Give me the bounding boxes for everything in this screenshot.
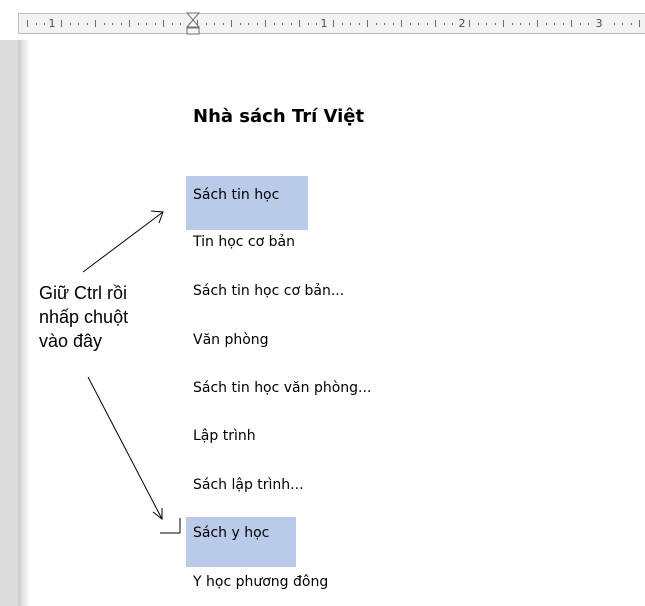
- ruler-dot: [452, 23, 453, 25]
- document-line[interactable]: Sách y học: [193, 525, 269, 541]
- ruler-dot: [359, 23, 360, 25]
- ruler-dot: [240, 23, 241, 25]
- ruler-tick: [367, 20, 368, 27]
- ruler-dot: [427, 23, 428, 25]
- ruler-tick: [61, 20, 62, 27]
- document-line[interactable]: Sách tin học văn phòng...: [193, 380, 371, 396]
- ruler-area: 1 1 2 3: [0, 0, 645, 40]
- document-line[interactable]: Tin học cơ bản: [193, 234, 295, 250]
- ruler-dot: [104, 23, 105, 25]
- indent-marker-icon[interactable]: [185, 12, 201, 36]
- ruler-dot: [393, 23, 394, 25]
- ruler-tick: [333, 20, 334, 27]
- page-margin-area: [0, 40, 18, 606]
- page-edge: [18, 40, 30, 606]
- ruler-tick: [27, 20, 28, 27]
- ruler-dot: [478, 23, 479, 25]
- ruler-dot: [257, 23, 258, 25]
- ruler-dot: [614, 23, 615, 25]
- document-line[interactable]: Lập trình: [193, 428, 256, 444]
- ruler-tick: [401, 20, 402, 27]
- ruler-tick: [231, 20, 232, 27]
- ruler-dot: [44, 23, 45, 25]
- ruler-number: 2: [458, 17, 466, 30]
- callout-line: vào đây: [39, 331, 103, 351]
- ruler-tick: [299, 20, 300, 27]
- ruler-tick: [129, 20, 130, 27]
- ruler-dot: [155, 23, 156, 25]
- ruler-dot: [384, 23, 385, 25]
- callout-line: Giữ Ctrl rồi: [39, 283, 128, 303]
- ruler-tick: [503, 20, 504, 27]
- ruler-dot: [376, 23, 377, 25]
- document-line[interactable]: Sách tin học: [193, 187, 279, 203]
- ruler-dot: [350, 23, 351, 25]
- ruler-dot: [214, 23, 215, 25]
- document-title[interactable]: Nhà sách Trí Việt: [193, 106, 364, 127]
- ruler-dot: [546, 23, 547, 25]
- ruler-dot: [121, 23, 122, 25]
- ruler-dot: [418, 23, 419, 25]
- ruler-dot: [529, 23, 530, 25]
- ruler-dot: [146, 23, 147, 25]
- ruler-tick: [537, 20, 538, 27]
- ruler-number: 1: [320, 17, 328, 30]
- selection-highlight: [186, 176, 308, 230]
- ruler-dot: [206, 23, 207, 25]
- ruler-dot: [631, 23, 632, 25]
- ruler-dot: [580, 23, 581, 25]
- ruler-dot: [554, 23, 555, 25]
- ruler-dot: [248, 23, 249, 25]
- ruler-dot: [512, 23, 513, 25]
- ruler-dot: [308, 23, 309, 25]
- ruler-dot: [486, 23, 487, 25]
- callout-note: Giữ Ctrl rồi nhấp chuột vào đây: [39, 281, 128, 353]
- ruler-dot: [291, 23, 292, 25]
- ruler-dot: [410, 23, 411, 25]
- ruler-tick: [163, 20, 164, 27]
- ruler-dot: [78, 23, 79, 25]
- ruler-dot: [36, 23, 37, 25]
- ruler-dot: [282, 23, 283, 25]
- ruler-tick: [571, 20, 572, 27]
- ruler-dot: [87, 23, 88, 25]
- ruler-number: 3: [595, 17, 603, 30]
- ruler-dot: [70, 23, 71, 25]
- ruler-dot: [495, 23, 496, 25]
- ruler-dot: [444, 23, 445, 25]
- ruler-tick: [265, 20, 266, 27]
- ruler-dot: [520, 23, 521, 25]
- ruler-dot: [223, 23, 224, 25]
- ruler-tick: [469, 20, 470, 27]
- horizontal-ruler[interactable]: 1 1 2 3: [18, 13, 645, 34]
- ruler-dot: [622, 23, 623, 25]
- document-line[interactable]: Sách lập trình...: [193, 477, 304, 493]
- document-line[interactable]: Văn phòng: [193, 332, 269, 348]
- document-line[interactable]: Sách tin học cơ bản...: [193, 283, 344, 299]
- ruler-dot: [274, 23, 275, 25]
- ruler-tick: [639, 20, 640, 27]
- ruler-tick: [95, 20, 96, 27]
- ruler-dot: [316, 23, 317, 25]
- document-line[interactable]: Y học phương đông: [193, 574, 328, 590]
- ruler-dot: [172, 23, 173, 25]
- ruler-number: 1: [48, 17, 56, 30]
- ruler-dot: [180, 23, 181, 25]
- ruler-dot: [112, 23, 113, 25]
- ruler-dot: [563, 23, 564, 25]
- ruler-dot: [588, 23, 589, 25]
- callout-line: nhấp chuột: [39, 307, 129, 327]
- document-window: 1 1 2 3 Nhà sách Trí Việt Sách tin học T…: [0, 0, 645, 606]
- ruler-dot: [342, 23, 343, 25]
- ruler-tick: [435, 20, 436, 27]
- ruler-dot: [138, 23, 139, 25]
